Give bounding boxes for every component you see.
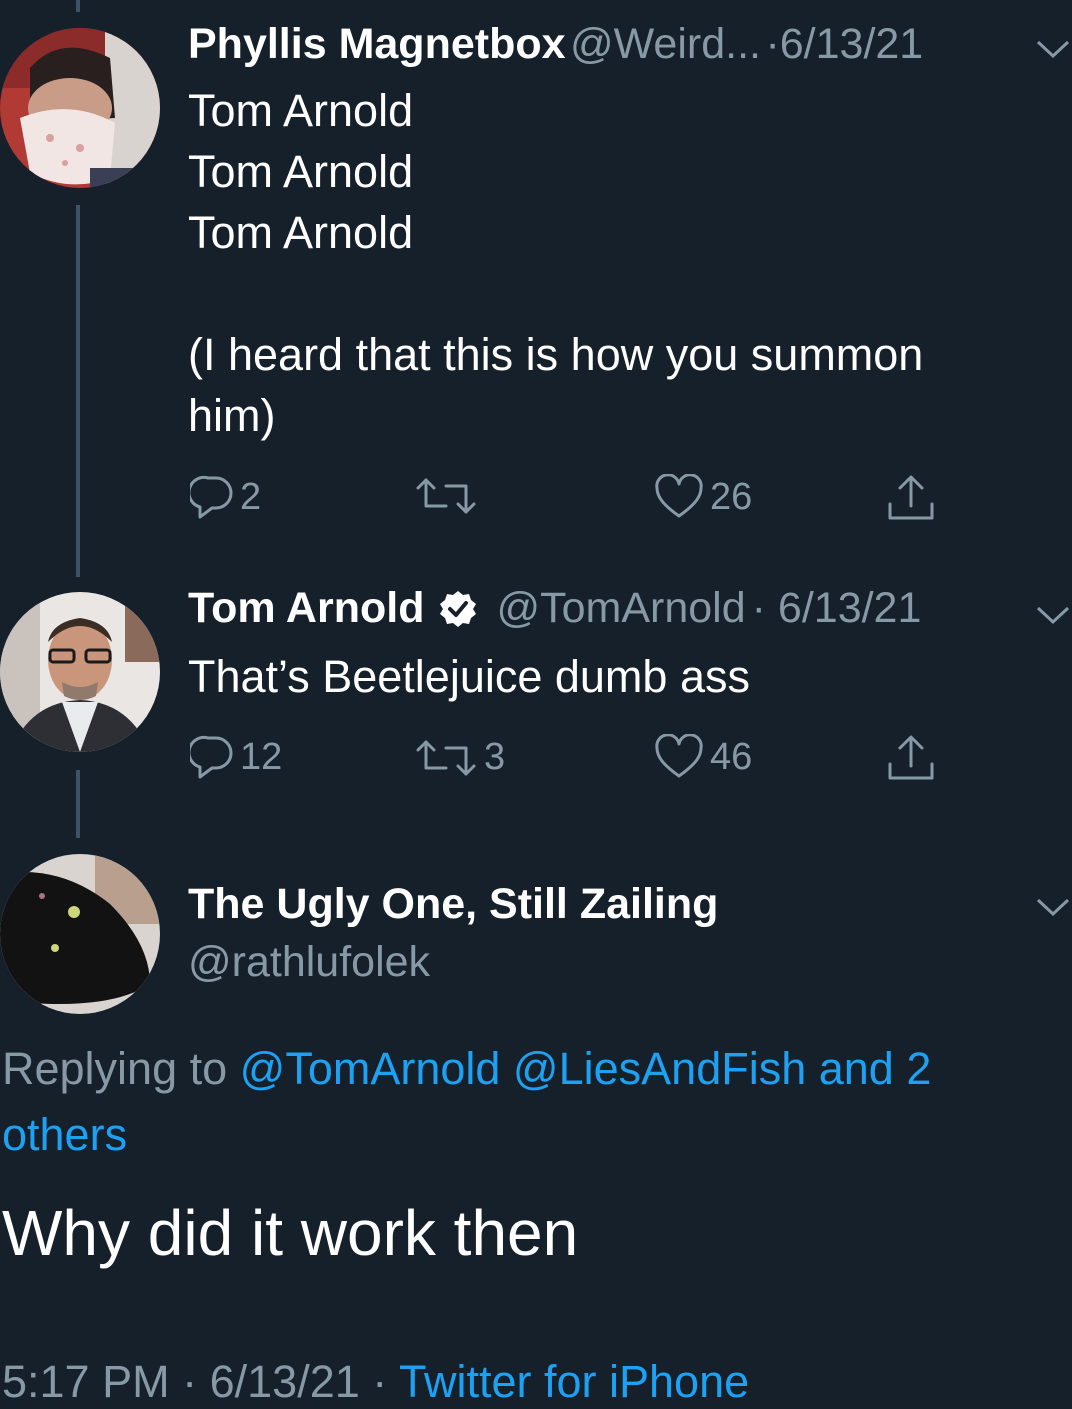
retweet-count: 3: [484, 736, 506, 778]
replying-prefix: Replying to: [2, 1043, 228, 1094]
tweet-date[interactable]: · 6/13/21: [752, 584, 922, 633]
author-name[interactable]: The Ugly One, Still Zailing: [188, 880, 718, 929]
like-count: 26: [710, 475, 753, 518]
reply-icon: [190, 475, 233, 519]
tweet-date[interactable]: ·6/13/21: [765, 20, 923, 68]
chevron-down-icon[interactable]: [1035, 896, 1071, 918]
author-handle[interactable]: @TomArnold: [496, 584, 745, 633]
tweet-timestamp: 5:17 PM · 6/13/21 · Twitter for iPhone: [2, 1356, 749, 1408]
tweet-date[interactable]: 6/13/21: [210, 1356, 360, 1407]
share-button[interactable]: [886, 474, 936, 522]
like-icon: [655, 734, 703, 778]
retweet-button[interactable]: 3: [414, 736, 505, 779]
verified-badge-icon: [440, 590, 477, 627]
separator: ·: [182, 1356, 198, 1407]
chevron-down-icon[interactable]: [1035, 604, 1071, 626]
avatar[interactable]: [0, 854, 160, 1014]
like-button[interactable]: 46: [654, 734, 752, 780]
retweet-icon: [416, 478, 476, 514]
author-handle[interactable]: @rathlufolek: [188, 938, 430, 987]
author-handle[interactable]: @Weird...: [570, 20, 761, 68]
reply-count: 2: [240, 475, 262, 518]
focused-tweet-text: Why did it work then: [2, 1197, 579, 1269]
replying-to-others-link[interactable]: others: [2, 1102, 1062, 1168]
like-button[interactable]: 26: [654, 474, 752, 520]
share-icon: [888, 735, 934, 780]
reply-icon: [190, 735, 233, 779]
retweet-button[interactable]: [414, 476, 484, 516]
tweet-text: Tom Arnold Tom Arnold Tom Arnold (I hear…: [188, 80, 1048, 446]
chevron-down-icon[interactable]: [1035, 38, 1071, 60]
text-line: Tom Arnold: [188, 146, 414, 197]
avatar[interactable]: [0, 28, 160, 188]
replying-to-link[interactable]: @TomArnold @LiesAndFish and 2: [240, 1043, 932, 1094]
share-icon: [888, 475, 934, 520]
retweet-icon: [416, 740, 476, 775]
author-name[interactable]: Tom Arnold: [188, 584, 424, 633]
like-count: 46: [710, 735, 753, 778]
tweet-text: That’s Beetlejuice dumb ass: [188, 651, 750, 702]
reply-count: 12: [240, 735, 283, 778]
author-name[interactable]: Phyllis Magnetbox: [188, 20, 566, 68]
separator: ·: [372, 1356, 388, 1407]
like-icon: [655, 474, 703, 518]
text-line: (I heard that this is how you summon: [188, 329, 924, 380]
share-button[interactable]: [886, 734, 936, 782]
text-line: Tom Arnold: [188, 85, 414, 136]
text-line: Tom Arnold: [188, 207, 414, 258]
thread-line-top: [76, 0, 80, 12]
avatar[interactable]: [0, 592, 160, 752]
thread-line-2: [76, 770, 80, 838]
reply-button[interactable]: 12: [190, 734, 282, 780]
tweet-time[interactable]: 5:17 PM: [2, 1356, 170, 1407]
reply-button[interactable]: 2: [190, 474, 261, 520]
thread-line-1: [76, 205, 80, 577]
text-line: him): [188, 390, 276, 441]
replying-to: Replying to @TomArnold @LiesAndFish and …: [2, 1036, 1062, 1168]
text-line: [188, 263, 1048, 324]
tweet-source-link[interactable]: Twitter for iPhone: [399, 1356, 749, 1407]
